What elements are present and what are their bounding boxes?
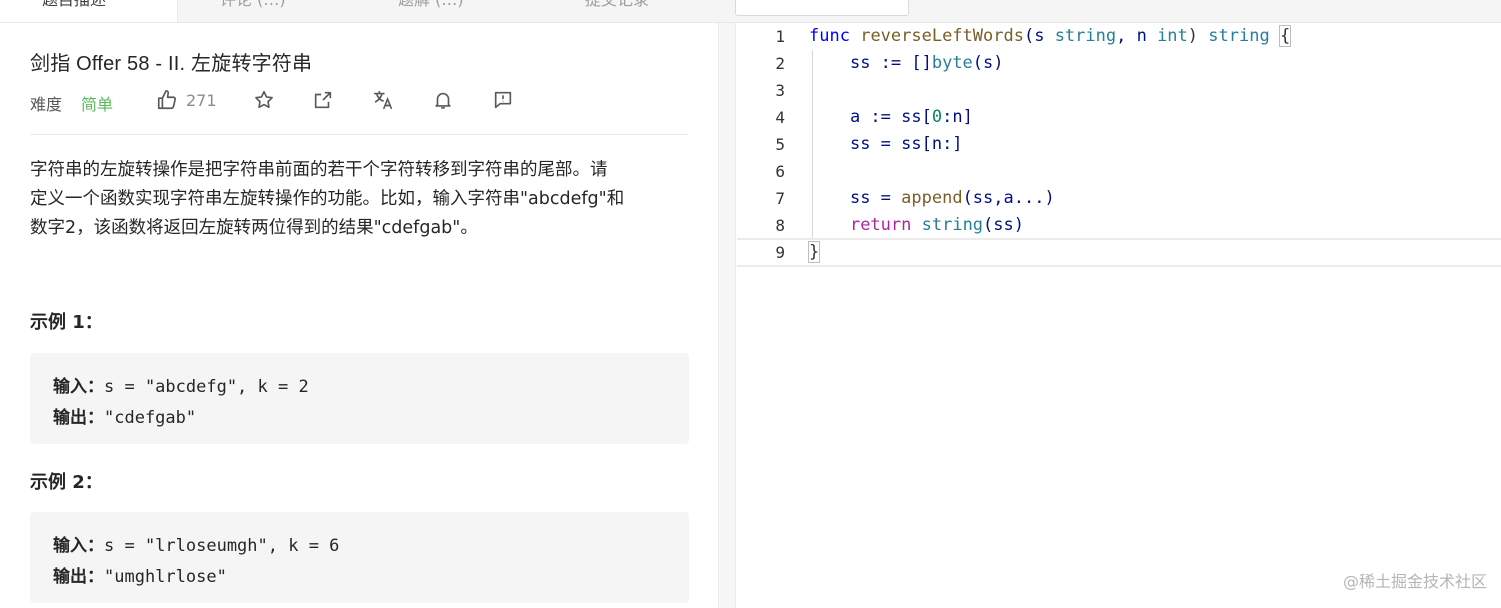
code-line: 1 func reverseLeftWords(s string, n int)… [737,23,1501,50]
code-text: ss := []byte(s) [849,53,1004,73]
code-line: 4 a := ss[0:n] [737,104,1501,131]
line-number: 7 [775,189,785,208]
difficulty-badge: 简单 [81,95,114,114]
tab-comments-label: 评论 (…) [220,0,286,9]
translate-icon[interactable] [372,89,394,111]
line-number: 6 [775,162,785,181]
code-line-active: 9 } [737,238,1501,267]
thumbs-up-icon [157,90,177,110]
code-line: 2 ss := []byte(s) [737,50,1501,77]
code-line: 5 ss = ss[n:] [737,131,1501,158]
example-1-input: 输入：s = "abcdefg", k = 2 [53,372,309,397]
problem-panel: 剑指 Offer 58 - II. 左旋转字符串 难度 简单 271 字符串的左… [0,23,718,608]
problem-meta: 难度 简单 271 [30,89,690,114]
line-number: 2 [775,54,785,73]
problem-title: 剑指 Offer 58 - II. 左旋转字符串 [30,53,313,75]
line-number: 5 [775,135,785,154]
code-text: } [807,239,821,266]
tab-solutions[interactable]: 题解 (…) [398,0,464,22]
problem-description: 字符串的左旋转操作是把字符串前面的若干个字符转移到字符串的尾部。请 定义一个函数… [30,156,688,243]
example-1-output: 输出："cdefgab" [53,403,196,428]
star-icon[interactable] [253,89,275,111]
code-line: 6 [737,158,1501,185]
line-number: 8 [775,216,785,235]
example-2-box: 输入：s = "lrloseumgh", k = 6 输出："umghlrlos… [30,512,689,603]
input-value: s = "lrloseumgh", k = 6 [104,536,340,556]
tab-submissions[interactable]: 提交记录 [585,0,649,22]
code-text: return string(ss) [849,215,1024,235]
like-count: 271 [186,90,217,110]
code-line: 7 ss = append(ss,a...) [737,185,1501,212]
code-text: func reverseLeftWords(s string, n int) s… [809,25,1292,47]
output-key: 输出： [53,567,104,587]
tab-description[interactable]: 题目描述 [0,0,178,22]
line-number: 9 [775,243,785,262]
example-1-heading: 示例 1： [30,312,103,333]
language-select[interactable] [735,0,909,16]
example-2-input: 输入：s = "lrloseumgh", k = 6 [53,531,339,556]
description-line: 数字2，该函数将返回左旋转两位得到的结果"cdefgab"。 [30,218,478,238]
output-value: "cdefgab" [104,408,197,428]
like-button[interactable]: 271 [156,89,217,111]
input-key: 输入： [53,536,104,556]
code-editor[interactable]: 1 func reverseLeftWords(s string, n int)… [737,23,1501,608]
example-1-box: 输入：s = "abcdefg", k = 2 输出："cdefgab" [30,353,689,444]
tab-submissions-label: 提交记录 [585,0,649,9]
tab-description-label: 题目描述 [42,0,106,9]
description-line: 字符串的左旋转操作是把字符串前面的若干个字符转移到字符串的尾部。请 [30,160,608,180]
input-value: s = "abcdefg", k = 2 [104,377,309,397]
code-text: ss = ss[n:] [849,134,963,154]
output-value: "umghlrlose" [104,567,227,587]
bell-icon[interactable] [432,89,454,111]
share-icon[interactable] [312,89,334,111]
example-2-output: 输出："umghlrlose" [53,562,227,587]
tab-solutions-label: 题解 (…) [398,0,464,9]
matched-brace: } [807,241,821,263]
divider-line [30,134,688,135]
code-text: a := ss[0:n] [849,107,973,127]
line-number: 1 [775,27,785,46]
code-line: 8 return string(ss) [737,212,1501,239]
description-line: 定义一个函数实现字符串左旋转操作的功能。比如，输入字符串"abcdefg"和 [30,189,625,209]
code-text: ss = append(ss,a...) [849,188,1055,208]
line-number: 4 [775,108,785,127]
line-number: 3 [775,81,785,100]
input-key: 输入： [53,377,104,397]
tab-bar: 题目描述 评论 (…) 题解 (…) 提交记录 [0,0,1501,23]
difficulty-label: 难度 [30,95,63,114]
matched-brace: { [1278,25,1292,47]
tab-comments[interactable]: 评论 (…) [220,0,286,22]
example-2-heading: 示例 2： [30,472,103,493]
feedback-icon[interactable] [492,89,514,111]
output-key: 输出： [53,408,104,428]
watermark: @稀土掘金技术社区 [1342,572,1487,591]
panel-resize-handle[interactable] [718,23,736,608]
code-line: 3 [737,77,1501,104]
